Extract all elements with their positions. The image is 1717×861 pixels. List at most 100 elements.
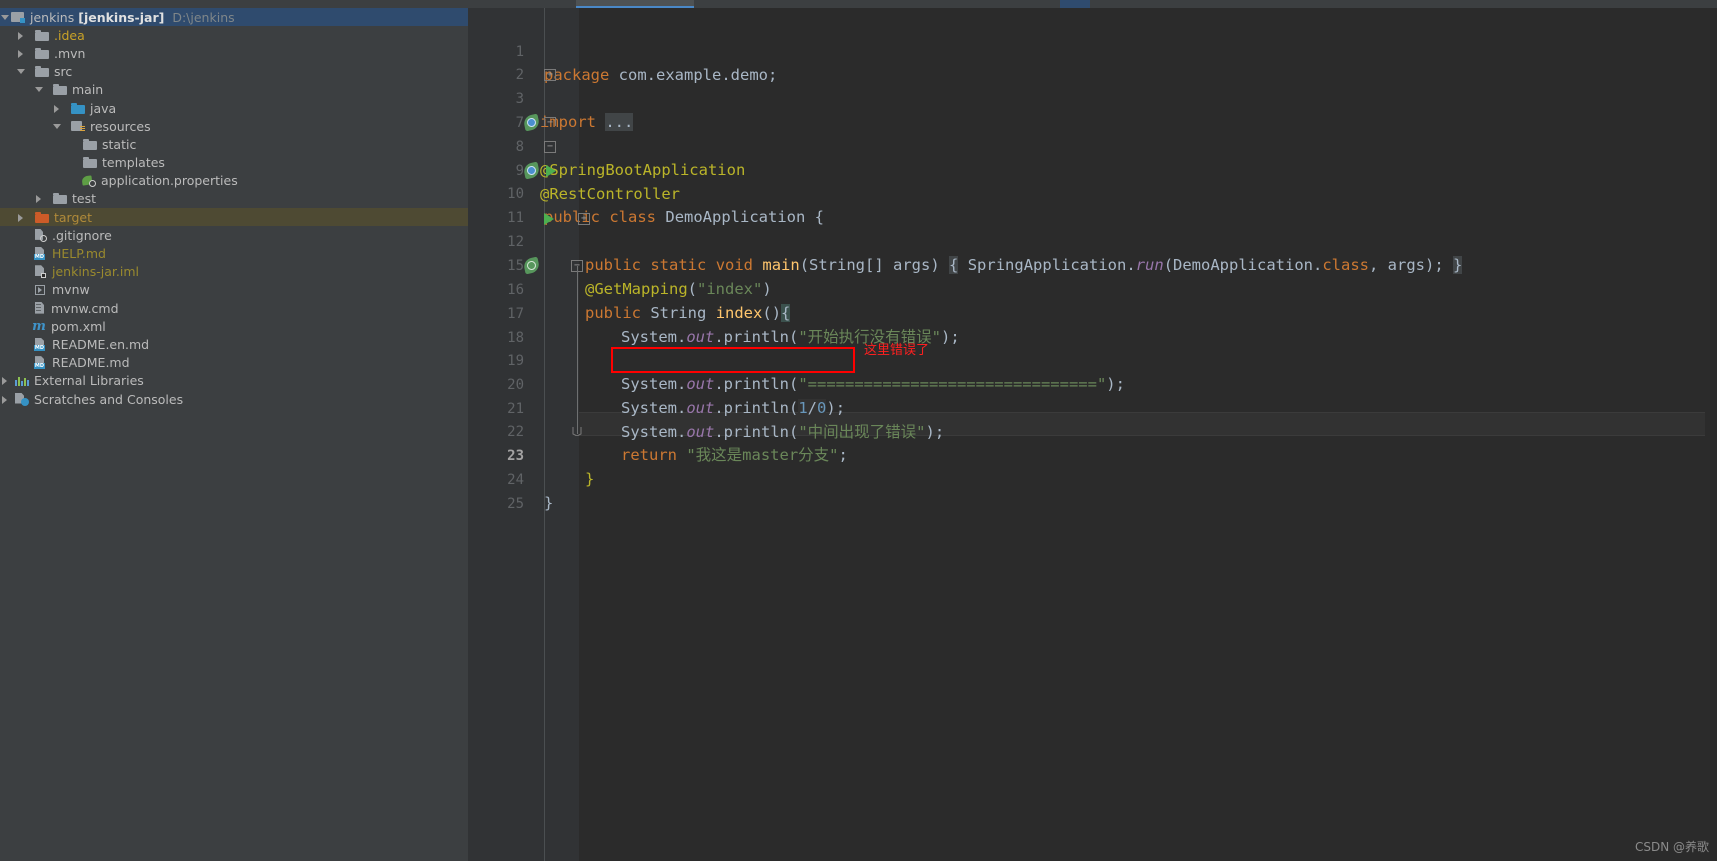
tree-node-mvnw-cmd[interactable]: mvnw.cmd [0,299,468,317]
folder-icon [53,193,67,205]
tree-label: src [54,64,73,80]
code-line[interactable]: 1 package com.example.demo; [468,17,1717,85]
tree-label: README.en.md [52,336,150,352]
tree-node-application-properties[interactable]: application.properties [0,172,468,190]
run-play-icon[interactable] [546,165,556,177]
spring-bean-icon[interactable] [522,113,541,132]
code-line[interactable]: 16 public String index(){ [468,255,1717,322]
chevron-right-icon[interactable] [0,394,11,405]
code-line[interactable]: 18 [468,303,1717,346]
tree-node-jenkins-jar-iml[interactable]: jenkins-jar.iml [0,263,468,281]
tree-node-jenkins[interactable]: jenkins [jenkins-jar] D:\jenkins [0,8,468,27]
tree-node-target[interactable]: target [0,208,468,227]
code-line[interactable]: 17 System.out.println("开始执行没有错误"); [468,279,1717,347]
chevron-right-icon[interactable] [52,103,63,114]
chevron-right-icon[interactable] [0,375,11,386]
folder-orange-icon [35,211,49,223]
tree-node-src[interactable]: src [0,63,468,81]
tree-node-idea[interactable]: .idea [0,26,468,44]
tree-label-path: D:\jenkins [172,9,235,25]
code-line[interactable]: 2 [468,40,1717,83]
code-line[interactable]: 22 return "我这是master分支"; [468,397,1717,465]
chevron-right-icon[interactable] [34,193,45,204]
tab-secondary[interactable] [1060,0,1090,8]
chevron-right-icon[interactable] [16,48,27,59]
tree-node-external-libraries[interactable]: External Libraries [0,372,468,390]
code-line[interactable]: 15 @GetMapping("index") [468,231,1717,299]
folder-icon [35,66,49,78]
tree-label: application.properties [101,173,238,189]
code-line[interactable]: 24 } [468,445,1717,513]
tree-node-pom-xml[interactable]: m pom.xml [0,317,468,335]
tree-label: HELP.md [52,246,106,262]
fold-collapse-icon[interactable]: − [544,117,556,128]
chevron-down-icon[interactable] [34,84,45,95]
tree-node-main[interactable]: main [0,81,468,99]
tree-label: jenkins [30,9,75,25]
code-line[interactable]: 7 [468,88,1717,131]
tree-label: .gitignore [52,227,112,243]
code-line[interactable]: 10 public class DemoApplication { [468,159,1717,227]
run-play-icon[interactable] [544,213,554,225]
tree-node-mvn[interactable]: .mvn [0,44,468,62]
folder-blue-icon [71,102,85,114]
line-text: } [544,494,554,512]
tree-node-gitignore[interactable]: .gitignore [0,226,468,244]
code-line[interactable]: 21 System.out.println("中间出现了错误"); [468,374,1717,442]
code-line[interactable]: 12 public static void main(String[] args… [468,207,1717,274]
spring-bean-icon[interactable] [522,256,541,275]
project-tool-window[interactable]: jenkins [jenkins-jar] D:\jenkins .idea .… [0,8,468,861]
code-line[interactable]: 9 @RestController [468,136,1717,204]
tree-label: main [72,82,104,98]
code-line[interactable]: 19 System.out.println("=================… [468,326,1717,394]
fold-expand-icon[interactable]: + [544,69,556,81]
chevron-right-icon[interactable] [16,212,27,223]
fold-end-icon[interactable] [571,426,583,438]
properties-file-icon [81,174,96,188]
spring-bean-icon[interactable] [522,161,541,180]
chevron-down-icon[interactable] [52,121,63,132]
tree-node-readme-en-md[interactable]: MD README.en.md [0,335,468,353]
chevron-right-icon[interactable] [16,30,27,41]
code-lines[interactable]: 1 package com.example.demo; 2 3 import .… [468,8,1717,861]
code-line[interactable]: 3 import ... [468,64,1717,131]
scratches-icon [15,392,29,406]
tree-node-scratches-and-consoles[interactable]: Scratches and Consoles [0,390,468,408]
editor-tab-strip[interactable] [0,0,1717,8]
code-line-current[interactable]: 23 } [468,421,1717,489]
tree-node-help-md[interactable]: MD HELP.md [0,244,468,262]
tree-node-readme-md[interactable]: MD README.md [0,354,468,372]
tree-label: target [54,209,93,225]
tree-node-templates[interactable]: templates [0,154,468,172]
tree-node-static[interactable]: static [0,135,468,153]
tree-node-test[interactable]: test [0,190,468,208]
iml-file-icon [34,265,47,279]
markdown-file-icon: MD [34,247,47,261]
tree-label: resources [90,118,151,134]
watermark-text: CSDN @养歌 [1634,840,1709,854]
chevron-down-icon[interactable] [16,66,27,77]
fold-collapse-icon[interactable]: − [544,141,556,153]
tree-label: .mvn [54,45,86,61]
chevron-down-icon[interactable] [0,12,11,23]
tree-label-module: [jenkins-jar] [78,9,165,25]
tree-node-java[interactable]: java [0,99,468,117]
tree-label: templates [102,155,165,171]
markdown-file-icon: MD [34,356,47,370]
tree-node-resources[interactable]: resources [0,117,468,135]
code-line[interactable]: 25 [468,469,1717,512]
tree-label: mvnw [52,282,90,298]
code-editor[interactable]: 1 package com.example.demo; 2 3 import .… [468,8,1717,861]
code-line[interactable]: 8 @SpringBootApplication [468,112,1717,180]
tree-label: jenkins-jar.iml [52,264,139,280]
module-icon [11,11,25,24]
editor-marker-bar[interactable] [1705,8,1717,861]
code-line[interactable]: 11 [468,183,1717,226]
fold-expand-icon[interactable]: + [578,213,590,225]
tree-node-mvnw[interactable]: mvnw [0,281,468,299]
folder-icon [83,157,97,169]
tree-label: java [90,100,117,116]
code-line-error[interactable]: 20 System.out.println(1/0); [468,350,1717,417]
maven-file-icon: m [32,318,46,334]
tree-label: static [102,136,137,152]
